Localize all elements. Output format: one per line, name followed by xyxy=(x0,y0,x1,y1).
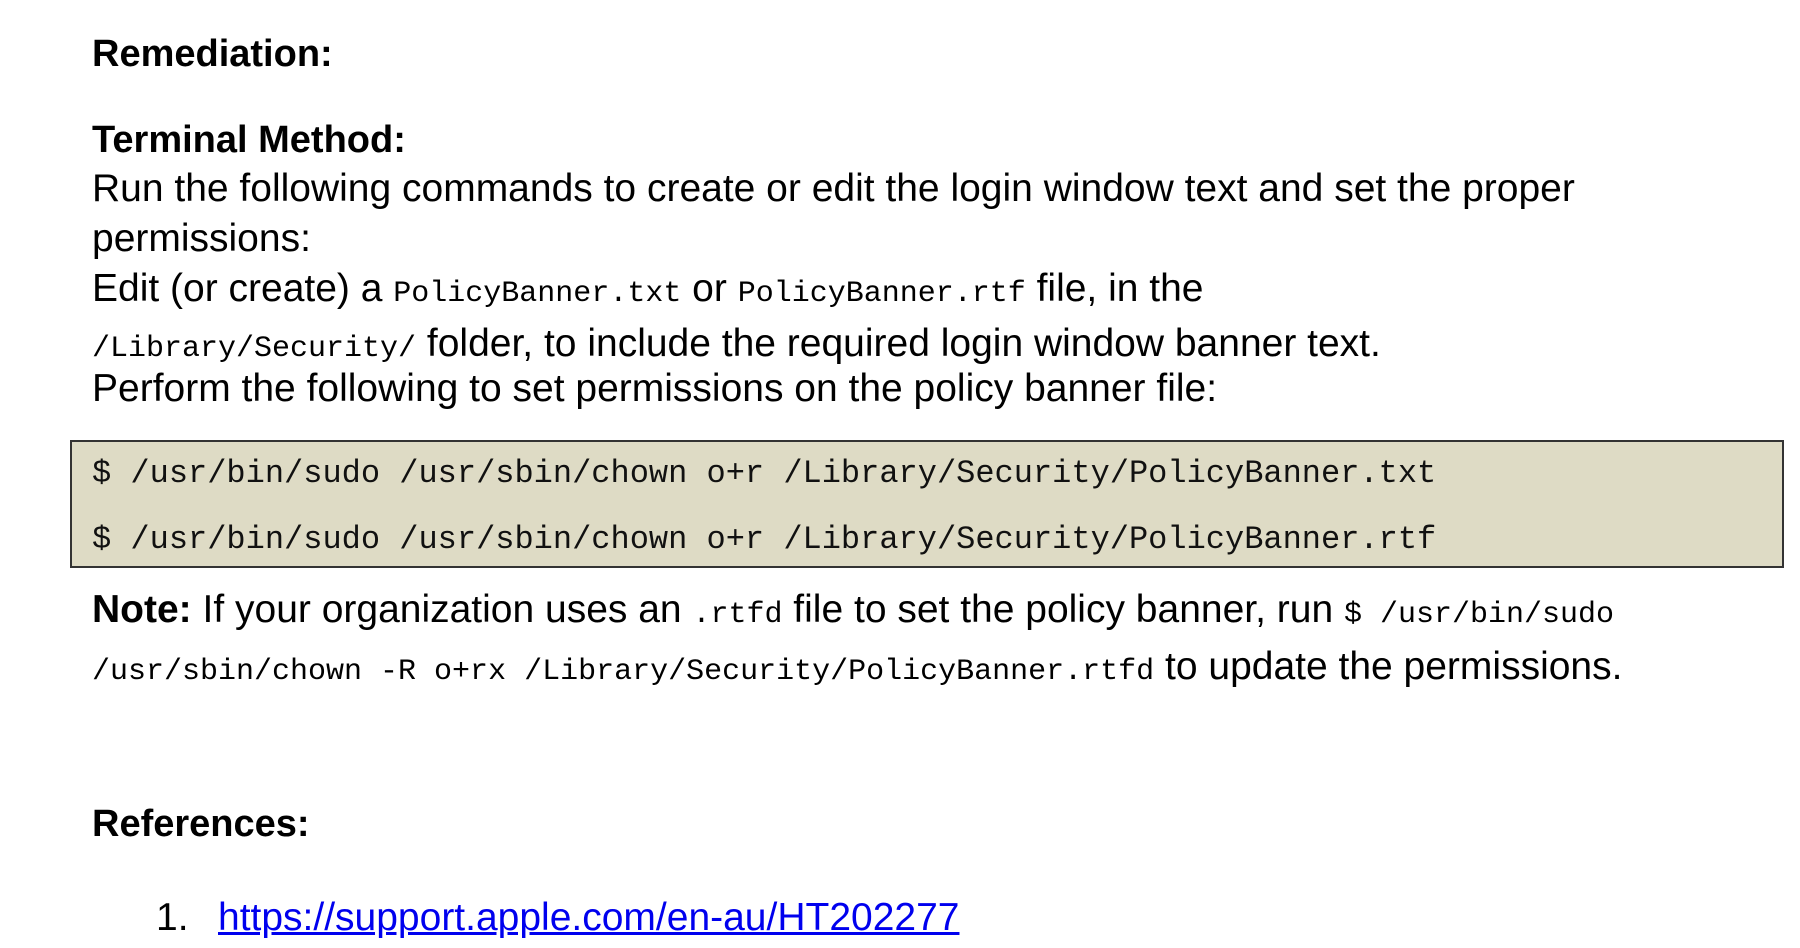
note-paragraph: Note: If your organization uses an .rtfd… xyxy=(92,584,1742,698)
terminal-method-heading: Terminal Method: xyxy=(92,119,406,161)
edit-prefix: Edit (or create) a xyxy=(92,267,394,310)
note-text-1: If your organization uses an xyxy=(191,588,693,631)
security-folder-path: /Library/Security/ xyxy=(92,332,417,366)
reference-link[interactable]: https://support.apple.com/en-au/HT202277 xyxy=(218,896,959,939)
edit-or: or xyxy=(681,267,738,310)
code-line-chown-txt[interactable]: $ /usr/bin/sudo /usr/sbin/chown o+r /Lib… xyxy=(92,454,1436,494)
edit-suffix: folder, to include the required login wi… xyxy=(416,322,1381,365)
rtfd-extension: .rtfd xyxy=(692,598,783,632)
code-line-chown-rtf[interactable]: $ /usr/bin/sudo /usr/sbin/chown o+r /Lib… xyxy=(92,520,1436,560)
code-block[interactable]: $ /usr/bin/sudo /usr/sbin/chown o+r /Lib… xyxy=(70,440,1784,568)
policy-banner-txt-filename: PolicyBanner.txt xyxy=(393,277,682,311)
terminal-intro-text: Run the following commands to create or … xyxy=(92,167,1575,260)
edit-mid: file, in the xyxy=(1025,267,1204,310)
reference-number: 1. xyxy=(156,896,189,939)
remediation-heading: Remediation: xyxy=(92,33,333,75)
perform-instructions: Perform the following to set permissions… xyxy=(92,367,1218,410)
note-label: Note: xyxy=(92,588,192,631)
note-text-2: file to set the policy banner, run xyxy=(782,588,1344,631)
references-heading: References: xyxy=(92,803,310,845)
edit-instructions: Edit (or create) a PolicyBanner.txt or P… xyxy=(92,264,1742,374)
note-text-3: to update the permissions. xyxy=(1154,645,1623,688)
reference-item: 1. https://support.apple.com/en-au/HT2022… xyxy=(156,892,959,944)
policy-banner-rtf-filename: PolicyBanner.rtf xyxy=(737,277,1026,311)
